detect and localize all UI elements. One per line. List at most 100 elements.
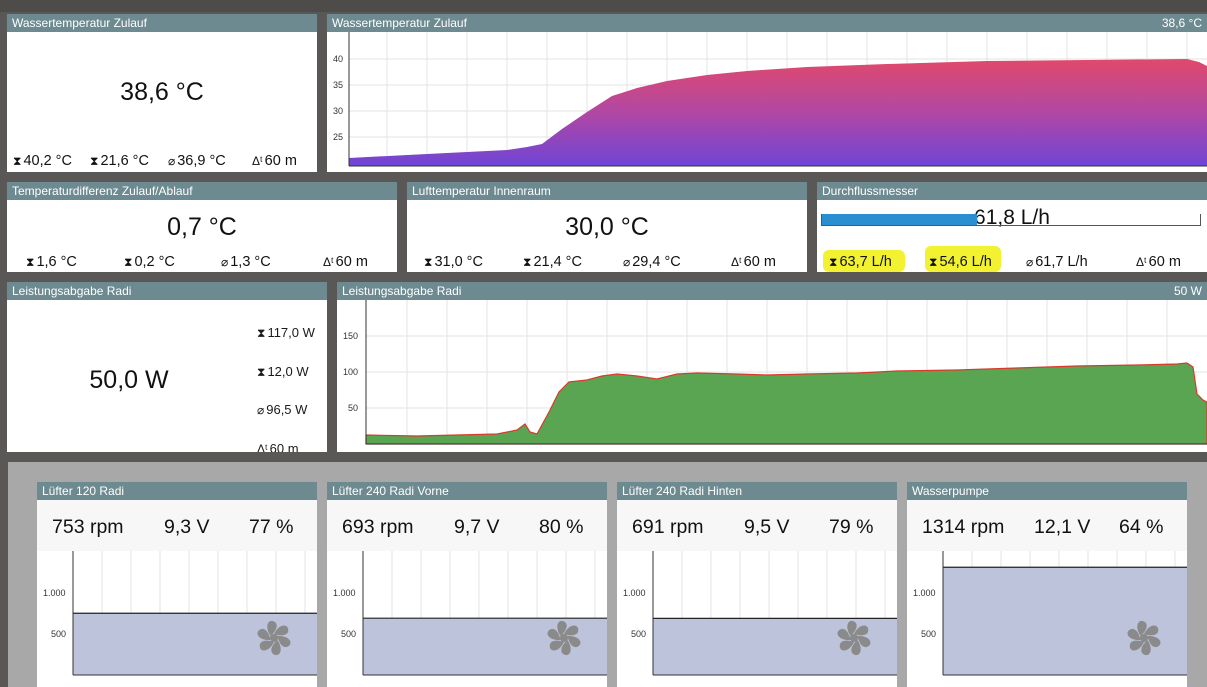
max-stat: ⧗ 1,6 °C [26,254,77,270]
max-value: 40,2 °C [23,153,72,169]
fan-values: 693 rpm 9,7 V 80 % [327,500,607,551]
y-tick: 500 [341,629,356,639]
fan-title: Lüfter 240 Radi Hinten [617,482,897,500]
y-tick: 25 [333,132,343,142]
period-stat: Δᵗ 60 m [323,254,368,270]
fan-chart: 1.000 500 [913,551,1187,676]
min-icon: ⧗ [929,255,938,269]
water-temp-chart: 40 35 30 25 [333,32,1207,167]
min-value: 21,6 °C [100,153,149,169]
power-chart-panel: Leistungsabgabe Radi 50 W 150 100 50 [337,282,1207,452]
air-temp-tile: Lufttemperatur Innenraum 30,0 °C ⧗ 31,0 °… [407,182,807,272]
avg-stat: ⌀ 61,7 L/h [1026,254,1088,270]
max-icon: ⧗ [257,326,266,340]
current-value: 38,6 °C [120,78,204,106]
fan-voltage: 9,5 V [744,516,790,538]
delta-t-icon: Δᵗ [1136,255,1147,269]
water-temp-tile: Wassertemperatur Zulauf 38,6 °C ⧗ 40,2 °C… [7,14,317,172]
tile-title: Temperaturdifferenz Zulauf/Ablauf [7,182,397,200]
min-value: 0,2 °C [134,254,175,270]
period-stat: Δᵗ 60 m [257,430,315,453]
max-icon: ⧗ [424,255,433,269]
fan-panel: Lüfter 240 Radi Vorne 693 rpm 9,7 V 80 % 1.0… [327,482,607,687]
fan-chart: 1.000 500 [623,551,897,676]
power-area [365,362,1207,445]
fan-title: Lüfter 120 Radi [37,482,317,500]
fan-voltage: 9,3 V [164,516,210,538]
average-icon: ⌀ [257,403,265,417]
fan-panel: Lüfter 240 Radi Hinten 691 rpm 9,5 V 79 % 1.… [617,482,897,687]
y-tick: 1.000 [623,588,646,598]
y-tick: 1.000 [913,588,936,598]
period-stat: Δᵗ 60 m [1136,254,1181,270]
avg-value: 36,9 °C [177,153,226,169]
y-tick: 500 [631,629,646,639]
min-stat: ⧗ 21,4 °C [523,254,582,270]
min-value: 12,0 W [267,363,309,379]
fan-values: 691 rpm 9,5 V 79 % [617,500,897,551]
avg-stat: ⌀ 96,5 W [257,391,315,430]
fan-voltage: 9,7 V [454,516,500,538]
y-tick: 1.000 [333,588,356,598]
avg-value: 96,5 W [266,402,308,417]
avg-value: 29,4 °C [632,254,681,270]
average-icon: ⌀ [1026,255,1034,269]
min-icon: ⧗ [90,154,99,168]
fan-rpm: 691 rpm [632,516,704,538]
fan-panel: Wasserpumpe 1314 rpm 12,1 V 64 % 1.000 500 [907,482,1187,687]
fan-values: 753 rpm 9,3 V 77 % [37,500,317,551]
y-tick: 35 [333,80,343,90]
max-stat: ⧗ 63,7 L/h [829,254,892,270]
average-icon: ⌀ [221,255,229,269]
min-value: 21,4 °C [533,254,582,270]
period-value: 60 m [743,254,776,270]
fan-chart: 1.000 500 [333,551,607,676]
fan-rpm: 693 rpm [342,516,414,538]
fan-percent: 77 % [249,516,294,538]
avg-value: 61,7 L/h [1035,254,1088,270]
min-icon: ⧗ [124,255,133,269]
power-chart: 150 100 50 [343,300,1207,445]
temp-diff-tile: Temperaturdifferenz Zulauf/Ablauf 0,7 °C… [7,182,397,272]
max-value: 63,7 L/h [839,254,892,270]
water-temp-chart-panel: Wassertemperatur Zulauf 38,6 °C 40 35 30… [327,14,1207,172]
max-value: 31,0 °C [434,254,483,270]
min-stat: ⧗ 0,2 °C [124,254,175,270]
delta-t-icon: Δᵗ [323,255,334,269]
current-value: 0,7 °C [167,213,237,241]
fan-title: Wasserpumpe [907,482,1187,500]
flow-bar-fill [822,214,977,225]
temperature-area [349,59,1207,166]
fan-rpm: 1314 rpm [922,516,1005,538]
max-stat: ⧗ 117,0 W [257,314,315,353]
fan-title: Lüfter 240 Radi Vorne [327,482,607,500]
avg-stat: ⌀ 36,9 °C [168,153,226,169]
tile-title: Durchflussmesser [817,182,1207,200]
fan-area [943,567,1187,675]
y-tick: 500 [921,629,936,639]
fan-rpm: 753 rpm [52,516,124,538]
y-tick: 150 [343,331,358,341]
delta-t-icon: Δᵗ [257,441,268,453]
max-value: 117,0 W [267,325,315,340]
min-icon: ⧗ [257,364,266,379]
flow-bar [821,214,1201,226]
delta-t-icon: Δᵗ [731,255,742,269]
y-tick: 30 [333,106,343,116]
fan-percent: 64 % [1119,516,1164,538]
period-value: 60 m [269,440,299,453]
tile-title: Leistungsabgabe Radi [7,282,327,300]
fan-area [73,613,317,675]
period-stat: Δᵗ 60 m [252,153,297,169]
max-icon: ⧗ [829,255,838,269]
avg-stat: ⌀ 29,4 °C [623,254,681,270]
avg-value: 1,3 °C [230,254,271,270]
period-value: 60 m [264,153,297,169]
min-value: 54,6 L/h [939,254,992,270]
period-value: 60 m [335,254,368,270]
current-value: 50,0 W [89,366,169,394]
flow-meter-tile: Durchflussmesser 61,8 L/h ⧗ 63,7 L/h ⧗ 54,… [817,182,1207,272]
min-stat: ⧗ 12,0 W [257,353,315,392]
y-tick: 1.000 [43,588,66,598]
average-icon: ⌀ [623,255,631,269]
